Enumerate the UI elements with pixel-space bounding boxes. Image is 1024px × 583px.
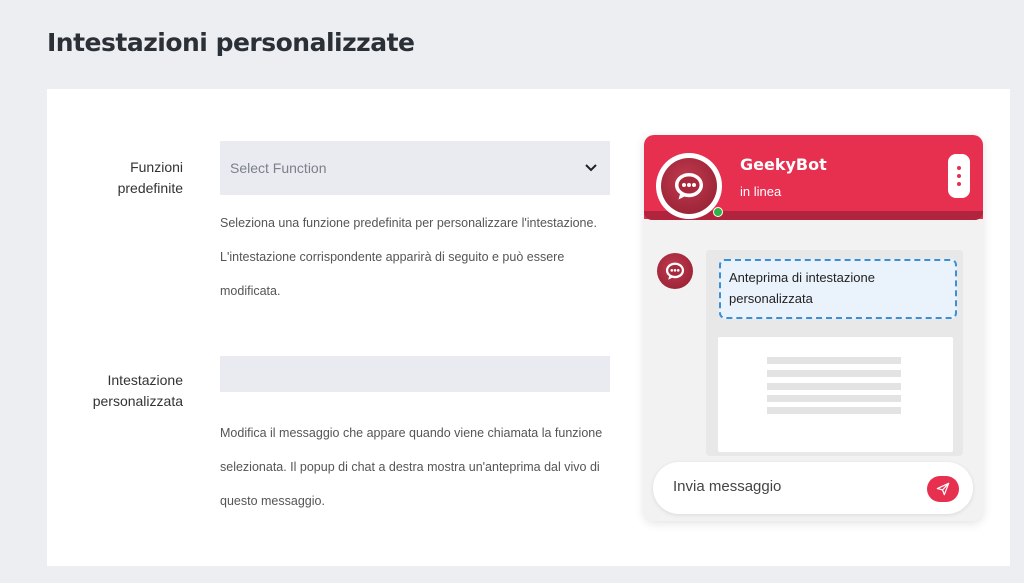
placeholder-line xyxy=(767,407,901,414)
custom-header-help: Modifica il messaggio che appare quando … xyxy=(220,416,620,518)
paper-plane-icon xyxy=(936,482,950,496)
message-panel: Anteprima di intestazione personalizzata xyxy=(706,250,963,456)
settings-card: Funzioni predefinite Select Function Sel… xyxy=(47,89,1010,566)
message-placeholder-card xyxy=(718,337,953,452)
placeholder-line xyxy=(767,370,901,377)
custom-header-input[interactable] xyxy=(220,356,610,392)
functions-help-line: modificata. xyxy=(220,284,281,298)
page-title: Intestazioni personalizzate xyxy=(47,28,415,57)
chat-bubble-icon xyxy=(661,158,717,214)
bot-name: GeekyBot xyxy=(740,155,827,174)
placeholder-line xyxy=(767,357,901,364)
chat-bubble-icon xyxy=(657,253,693,289)
custom-header-help-line: Modifica il messaggio che appare quando … xyxy=(220,426,603,440)
chevron-down-icon xyxy=(584,161,598,175)
functions-label: Funzioni predefinite xyxy=(47,157,183,199)
online-status-dot xyxy=(713,207,723,217)
functions-label-line1: Funzioni xyxy=(130,159,183,175)
header-preview-bubble: Anteprima di intestazione personalizzata xyxy=(719,259,957,319)
functions-help-line: L'intestazione corrispondente apparirà d… xyxy=(220,250,565,264)
functions-help: Seleziona una funzione predefinita per p… xyxy=(220,206,620,308)
chat-preview: GeekyBot in linea Anteprima di intestazi… xyxy=(644,135,983,521)
custom-header-label-line1: Intestazione xyxy=(107,372,184,388)
kebab-menu-icon[interactable] xyxy=(948,154,970,198)
preview-line: personalizzata xyxy=(729,291,813,306)
function-select-value: Select Function xyxy=(230,160,327,176)
functions-label-line2: predefinite xyxy=(117,180,183,196)
placeholder-line xyxy=(767,383,901,390)
placeholder-line xyxy=(767,395,901,402)
bot-avatar xyxy=(656,153,722,219)
function-select[interactable]: Select Function xyxy=(220,141,610,195)
send-button[interactable] xyxy=(927,476,959,502)
functions-help-line: Seleziona una funzione predefinita per p… xyxy=(220,216,597,230)
custom-header-help-line: questo messaggio. xyxy=(220,494,325,508)
custom-header-label: Intestazione personalizzata xyxy=(47,370,183,412)
message-input-placeholder: Invia messaggio xyxy=(673,478,782,495)
message-input[interactable]: Invia messaggio xyxy=(653,462,973,514)
preview-line: Anteprima di intestazione xyxy=(729,270,875,285)
custom-header-label-line2: personalizzata xyxy=(92,393,183,409)
custom-header-help-line: selezionata. Il popup di chat a destra m… xyxy=(220,460,600,474)
bot-status: in linea xyxy=(740,184,782,199)
